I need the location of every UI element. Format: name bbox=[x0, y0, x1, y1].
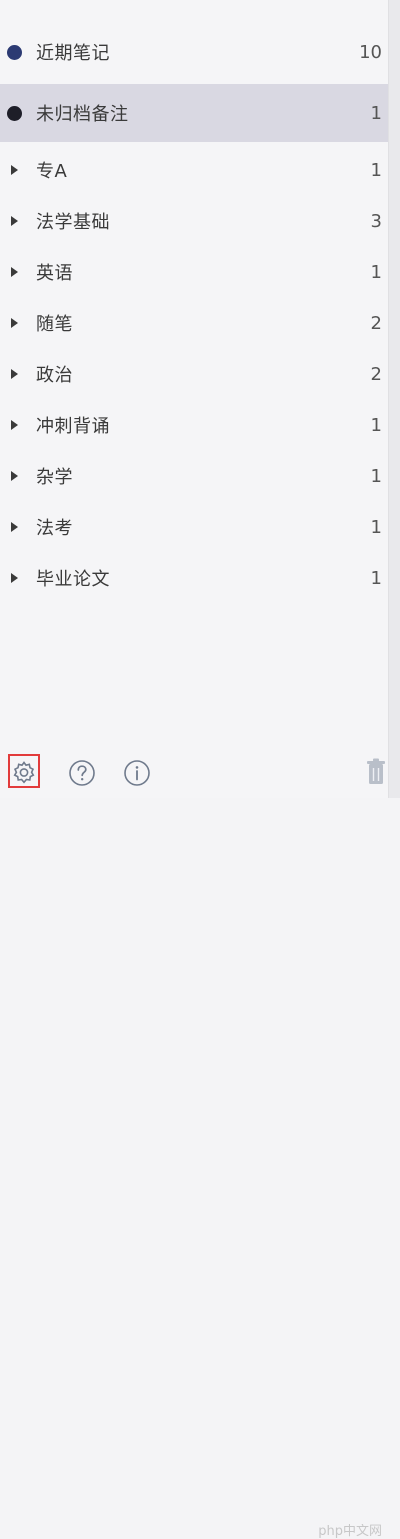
note-count: 1 bbox=[370, 159, 382, 181]
note-count: 1 bbox=[370, 516, 382, 538]
folder-label: 专A bbox=[36, 161, 68, 182]
folder-label: 法考 bbox=[36, 518, 73, 539]
info-button[interactable] bbox=[120, 756, 154, 790]
folder-row[interactable]: 专A 1 bbox=[0, 144, 388, 196]
gear-icon bbox=[13, 761, 35, 784]
question-icon bbox=[69, 760, 95, 786]
folder-label: 杂学 bbox=[36, 467, 73, 488]
trash-icon[interactable] bbox=[366, 758, 386, 786]
note-count: 2 bbox=[370, 312, 382, 334]
note-count: 10 bbox=[359, 41, 382, 63]
disclosure-triangle-icon[interactable] bbox=[11, 369, 18, 379]
disclosure-triangle-icon[interactable] bbox=[11, 420, 18, 430]
sidebar-item-label: 未归档备注 bbox=[36, 104, 129, 125]
disclosure-triangle-icon[interactable] bbox=[11, 165, 18, 175]
disclosure-triangle-icon[interactable] bbox=[11, 471, 18, 481]
folder-row[interactable]: 冲刺背诵 1 bbox=[0, 399, 388, 451]
sidebar-item-recent-notes[interactable]: 近期笔记 10 bbox=[0, 26, 388, 78]
folder-row[interactable]: 随笔 2 bbox=[0, 297, 388, 349]
note-count: 1 bbox=[370, 414, 382, 436]
folder-label: 随笔 bbox=[36, 314, 73, 335]
disclosure-triangle-icon[interactable] bbox=[11, 216, 18, 226]
folder-label: 冲刺背诵 bbox=[36, 416, 110, 437]
folder-row[interactable]: 政治 2 bbox=[0, 348, 388, 400]
folder-row[interactable]: 杂学 1 bbox=[0, 450, 388, 502]
sidebar-item-unfiled-notes[interactable]: 未归档备注 1 bbox=[0, 84, 388, 142]
recent-notes-dot-icon bbox=[7, 44, 22, 60]
unfiled-notes-dot-icon bbox=[7, 105, 22, 121]
disclosure-triangle-icon[interactable] bbox=[11, 573, 18, 583]
folder-row[interactable]: 法学基础 3 bbox=[0, 195, 388, 247]
disclosure-triangle-icon[interactable] bbox=[11, 522, 18, 532]
folder-label: 政治 bbox=[36, 365, 73, 386]
watermark-text: php中文网 bbox=[318, 1524, 382, 1539]
folder-label: 英语 bbox=[36, 263, 73, 284]
bottom-toolbar: php中文网 bbox=[0, 750, 388, 1539]
settings-button[interactable] bbox=[7, 756, 41, 790]
disclosure-triangle-icon[interactable] bbox=[11, 267, 18, 277]
folder-label: 法学基础 bbox=[36, 212, 110, 233]
folder-label: 毕业论文 bbox=[36, 569, 110, 590]
disclosure-triangle-icon[interactable] bbox=[11, 318, 18, 328]
note-count: 1 bbox=[370, 261, 382, 283]
partial-top-item[interactable] bbox=[0, 0, 388, 16]
sidebar-item-label: 近期笔记 bbox=[36, 43, 110, 64]
notes-sidebar: 近期笔记 10 未归档备注 1 专A 1 法学基础 3 英语 1 随笔 2 政治… bbox=[0, 0, 388, 1539]
note-count: 3 bbox=[370, 210, 382, 232]
folder-row[interactable]: 法考 1 bbox=[0, 501, 388, 553]
note-count: 1 bbox=[370, 102, 382, 124]
note-count: 1 bbox=[370, 567, 382, 589]
scrollbar[interactable] bbox=[388, 0, 400, 798]
info-icon bbox=[124, 760, 150, 786]
folder-row[interactable]: 英语 1 bbox=[0, 246, 388, 298]
note-count: 2 bbox=[370, 363, 382, 385]
note-count: 1 bbox=[370, 465, 382, 487]
help-button[interactable] bbox=[65, 756, 99, 790]
folder-row[interactable]: 毕业论文 1 bbox=[0, 552, 388, 604]
